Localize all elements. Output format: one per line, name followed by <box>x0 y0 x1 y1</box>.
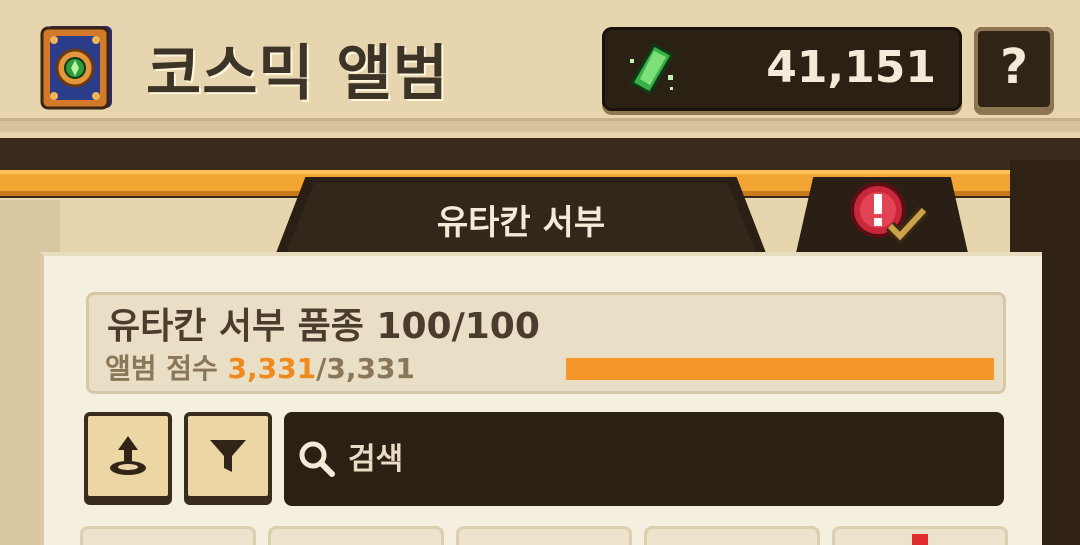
score-label: 앨범 점수 <box>105 352 218 385</box>
gem-count: 41,151 <box>766 42 936 93</box>
search-input[interactable] <box>348 432 968 486</box>
breed-slot[interactable] <box>644 526 820 545</box>
score-current: 3,331 <box>227 352 317 385</box>
top-header: 코스믹 앨범 41,151 ? <box>0 0 1080 125</box>
sort-icon <box>110 436 146 475</box>
album-score: 앨범 점수 3,331/3,331 <box>105 351 415 387</box>
search-bar[interactable] <box>284 412 1004 506</box>
album-book-icon <box>40 26 112 110</box>
tab-utakan-west[interactable]: 유타칸 서부 <box>276 177 766 253</box>
breed-slot[interactable] <box>268 526 444 545</box>
score-total: /3,331 <box>316 352 415 385</box>
filter-button[interactable] <box>184 412 272 500</box>
breed-title: 유타칸 서부 품종 100/100 <box>107 306 540 347</box>
filter-icon <box>210 440 246 472</box>
breed-slot[interactable] <box>80 526 256 545</box>
breed-slot[interactable] <box>456 526 632 545</box>
alert-check-icon <box>850 182 929 245</box>
help-button[interactable]: ? <box>974 27 1054 111</box>
search-icon <box>299 441 335 477</box>
gem-counter[interactable]: 41,151 <box>602 27 962 111</box>
sort-button[interactable] <box>84 412 172 500</box>
page-title: 코스믹 앨범 <box>146 39 449 109</box>
score-progress-fill <box>566 358 994 380</box>
header-divider <box>0 118 1080 132</box>
breed-summary-card: 유타칸 서부 품종 100/100 앨범 점수 3,331/3,331 <box>86 292 1006 394</box>
tab-label: 유타칸 서부 <box>436 203 606 243</box>
score-progress-bar <box>563 355 997 383</box>
new-marker-icon <box>912 534 928 545</box>
green-gem-icon <box>629 42 675 96</box>
